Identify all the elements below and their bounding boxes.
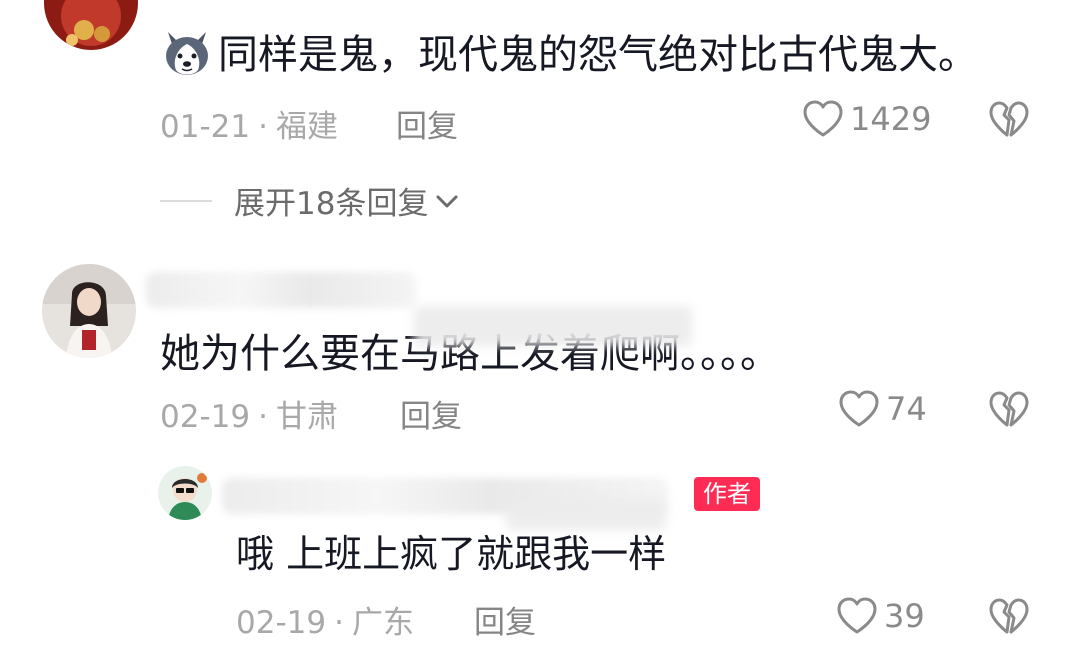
commenter-avatar[interactable] — [44, 0, 138, 50]
expand-replies-label: 展开18条回复 — [234, 186, 429, 222]
like-count: 1429 — [850, 100, 932, 138]
reply-button[interactable]: 回复 — [400, 391, 462, 436]
commenter-name-redacted[interactable] — [146, 272, 416, 308]
reply-button[interactable]: 回复 — [474, 597, 536, 642]
comment-meta: 01-21 · 福建 — [160, 109, 338, 145]
author-avatar[interactable] — [158, 466, 212, 520]
redaction-mask — [414, 306, 692, 346]
redaction-mask — [506, 500, 666, 530]
heart-outline-icon — [839, 390, 879, 427]
comment-location: 甘肃 — [275, 399, 338, 435]
like-count: 74 — [886, 390, 927, 428]
comment-text: 同样是鬼，现代鬼的怨气绝对比古代鬼大。 — [160, 26, 978, 80]
heart-outline-icon — [803, 100, 843, 137]
like-button[interactable]: 74 — [838, 389, 927, 429]
comment-date: 02-19 — [160, 399, 251, 435]
broken-heart-icon — [989, 598, 1029, 634]
comment-location: 福建 — [275, 109, 338, 145]
dislike-button[interactable] — [988, 100, 1030, 140]
divider-line — [160, 199, 212, 202]
dislike-button[interactable] — [988, 597, 1030, 637]
commenter-avatar[interactable] — [42, 264, 136, 358]
heart-outline-icon — [837, 597, 877, 634]
reply-button[interactable]: 回复 — [396, 101, 458, 146]
chevron-down-icon — [436, 195, 458, 207]
like-button[interactable]: 39 — [836, 596, 925, 636]
comment-date: 01-21 — [160, 109, 251, 145]
like-count: 39 — [884, 597, 925, 635]
dislike-button[interactable] — [988, 390, 1030, 430]
reply-text: 哦 上班上疯了就跟我一样 — [236, 532, 667, 576]
comment-meta: 02-19 · 甘肃 — [160, 399, 338, 435]
reply-meta: 02-19 · 广东 — [236, 605, 414, 641]
broken-heart-icon — [989, 101, 1029, 137]
like-button[interactable]: 1429 — [802, 99, 931, 139]
husky-dog-emoji-icon — [160, 26, 214, 80]
reply-date: 02-19 — [236, 605, 327, 641]
broken-heart-icon — [989, 391, 1029, 427]
expand-replies-button[interactable]: 展开18条回复 — [160, 178, 460, 223]
reply-location: 广东 — [351, 605, 414, 641]
author-badge: 作者 — [694, 477, 760, 511]
